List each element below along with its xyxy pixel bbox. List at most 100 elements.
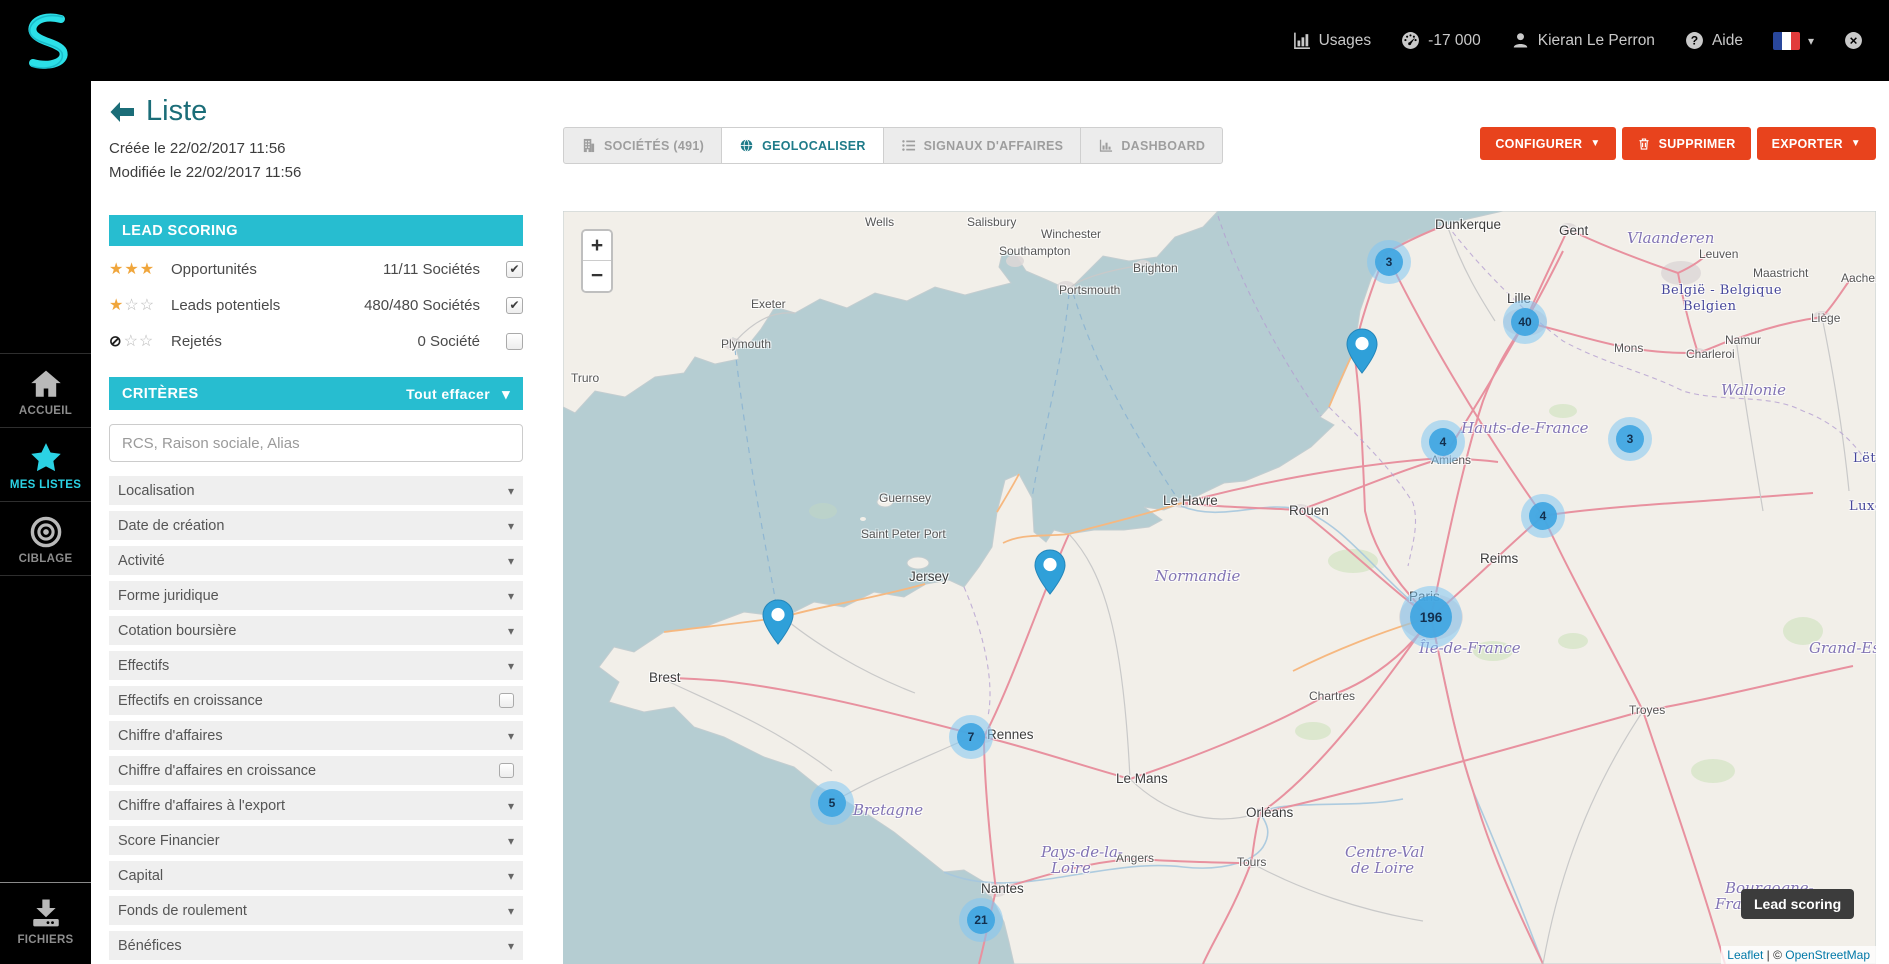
sidebar-item-label: CIBLAGE (2, 553, 89, 565)
map-cluster-marker[interactable]: 4 (1421, 420, 1465, 464)
usages-menu-item[interactable]: Usages (1292, 31, 1372, 50)
sidebar-item-label: ACCUEIL (2, 405, 89, 417)
bar-chart-icon (1292, 31, 1311, 50)
back-arrow-icon[interactable] (109, 101, 135, 123)
chevron-down-icon: ▾ (508, 799, 514, 813)
cluster-count: 21 (967, 906, 995, 934)
globe-icon (739, 138, 754, 153)
map-cluster-marker[interactable]: 40 (1503, 300, 1547, 344)
chevron-down-icon: ▾ (508, 484, 514, 498)
filter-chiffre-d-affaires[interactable]: Chiffre d'affaires▾ (109, 721, 523, 750)
logout-button[interactable]: ✕ (1844, 31, 1863, 50)
sidebar-item-mes-listes[interactable]: MES LISTES (0, 427, 91, 501)
lead-category-label: Opportunités (171, 261, 257, 278)
filter-cotation-boursi-re[interactable]: Cotation boursière▾ (109, 616, 523, 645)
lead-category-checkbox[interactable] (506, 261, 523, 278)
created-date: Créée le 22/02/2017 11:56 (109, 140, 301, 157)
filter-chiffre-d-affaires-l-export[interactable]: Chiffre d'affaires à l'export▾ (109, 791, 523, 820)
filter-capital[interactable]: Capital▾ (109, 861, 523, 890)
svg-text:?: ? (1691, 34, 1698, 48)
criteria-header: CRITÈRES Tout effacer ▾ (109, 377, 523, 410)
filter-date-de-cr-ation[interactable]: Date de création▾ (109, 511, 523, 540)
tab-soci-t-s-491[interactable]: SOCIÉTÉS (491) (564, 128, 722, 163)
search-input[interactable] (109, 424, 523, 462)
sidebar-item-ciblage[interactable]: CIBLAGE (0, 501, 91, 576)
lead-category-checkbox[interactable] (506, 333, 523, 350)
sidebar: ACCUEIL MES LISTES CIBLAGE FICHIERS (0, 81, 91, 964)
user-name: Kieran Le Perron (1538, 32, 1655, 50)
tab-signaux-d-affaires[interactable]: SIGNAUX D'AFFAIRES (884, 128, 1082, 163)
cluster-count: 4 (1529, 502, 1557, 530)
clear-all-button[interactable]: Tout effacer (406, 386, 490, 402)
filter-chiffre-d-affaires-en-croissance[interactable]: Chiffre d'affaires en croissance (109, 756, 523, 785)
french-flag-icon (1773, 32, 1800, 50)
page-title: Liste (146, 95, 207, 128)
filter-label: Date de création (118, 518, 224, 534)
map-canvas[interactable]: WellsSalisburyWinchesterSouthamptonPorts… (563, 211, 1876, 964)
map-pin-marker[interactable] (1345, 328, 1379, 374)
map-cluster-marker[interactable]: 5 (810, 781, 854, 825)
button-configurer[interactable]: CONFIGURER▼ (1480, 127, 1615, 160)
sidebar-item-accueil[interactable]: ACCUEIL (0, 353, 91, 427)
trash-icon (1637, 137, 1651, 151)
map-cluster-marker[interactable]: 3 (1608, 417, 1652, 461)
lead-category-checkbox[interactable] (506, 297, 523, 314)
filter-label: Fonds de roulement (118, 903, 247, 919)
map-cluster-marker[interactable]: 4 (1521, 494, 1565, 538)
leaflet-link[interactable]: Leaflet (1727, 948, 1763, 962)
map-cluster-marker[interactable]: 196 (1400, 586, 1462, 648)
map-cluster-marker[interactable]: 21 (959, 898, 1003, 942)
cluster-count: 196 (1410, 596, 1452, 638)
filter-forme-juridique[interactable]: Forme juridique▾ (109, 581, 523, 610)
zoom-in-button[interactable]: + (583, 231, 611, 261)
map-cluster-marker[interactable]: 3 (1367, 240, 1411, 284)
credits-indicator[interactable]: -17 000 (1401, 31, 1481, 50)
filter-score-financier[interactable]: Score Financier▾ (109, 826, 523, 855)
filter-fonds-de-roulement[interactable]: Fonds de roulement▾ (109, 896, 523, 925)
sidebar-item-fichiers[interactable]: FICHIERS (0, 882, 91, 964)
home-icon (27, 367, 65, 401)
help-menu-item[interactable]: ? Aide (1685, 31, 1743, 50)
filter-effectifs[interactable]: Effectifs▾ (109, 651, 523, 680)
button-supprimer[interactable]: SUPPRIMER (1622, 127, 1751, 160)
gauge-icon (1401, 31, 1420, 50)
cluster-count: 7 (957, 723, 985, 751)
button-exporter[interactable]: EXPORTER▼ (1757, 127, 1876, 160)
sidebar-item-label: MES LISTES (2, 479, 89, 491)
tab-dashboard[interactable]: DASHBOARD (1081, 128, 1222, 163)
chevron-down-icon: ▾ (508, 869, 514, 883)
filter-checkbox[interactable] (499, 693, 514, 708)
filter-activit[interactable]: Activité▾ (109, 546, 523, 575)
map-cluster-marker[interactable]: 7 (949, 715, 993, 759)
filter-label: Activité (118, 553, 165, 569)
filter-b-n-fices[interactable]: Bénéfices▾ (109, 931, 523, 960)
target-icon (27, 515, 65, 549)
lead-category-count: 0 Société (417, 333, 506, 350)
lead-scoring-header: LEAD SCORING (109, 215, 523, 246)
star-rating-icon: ★☆☆ (109, 295, 171, 315)
logo-s-icon (19, 11, 73, 71)
lead-scoring-rows: ★★★Opportunités11/11 Sociétés★☆☆Leads po… (109, 251, 523, 359)
tab-geolocaliser[interactable]: GEOLOCALISER (722, 128, 884, 163)
filter-localisation[interactable]: Localisation▾ (109, 476, 523, 505)
zoom-out-button[interactable]: − (583, 261, 611, 291)
language-selector[interactable]: ▾ (1773, 32, 1814, 50)
button-label: SUPPRIMER (1659, 137, 1736, 151)
filter-effectifs-en-croissance[interactable]: Effectifs en croissance (109, 686, 523, 715)
osm-link[interactable]: OpenStreetMap (1785, 948, 1870, 962)
app-logo[interactable] (0, 0, 91, 81)
user-menu-item[interactable]: Kieran Le Perron (1511, 31, 1655, 50)
main-content: Liste Créée le 22/02/2017 11:56 Modifiée… (91, 81, 1889, 964)
filter-checkbox[interactable] (499, 763, 514, 778)
sidebar-nav: ACCUEIL MES LISTES CIBLAGE (0, 353, 91, 576)
chevron-down-icon: ▾ (1808, 34, 1814, 48)
filter-label: Chiffre d'affaires (118, 728, 223, 744)
collapse-chevron-icon[interactable]: ▾ (502, 385, 510, 403)
svg-text:✕: ✕ (1849, 36, 1858, 48)
map-zoom-control: + − (581, 229, 613, 293)
map-pin-marker[interactable] (1033, 549, 1067, 595)
filter-list: Localisation▾Date de création▾Activité▾F… (109, 476, 523, 964)
map-pin-marker[interactable] (761, 599, 795, 645)
star-filled-icon: ★ (109, 259, 123, 279)
cluster-count: 3 (1616, 425, 1644, 453)
